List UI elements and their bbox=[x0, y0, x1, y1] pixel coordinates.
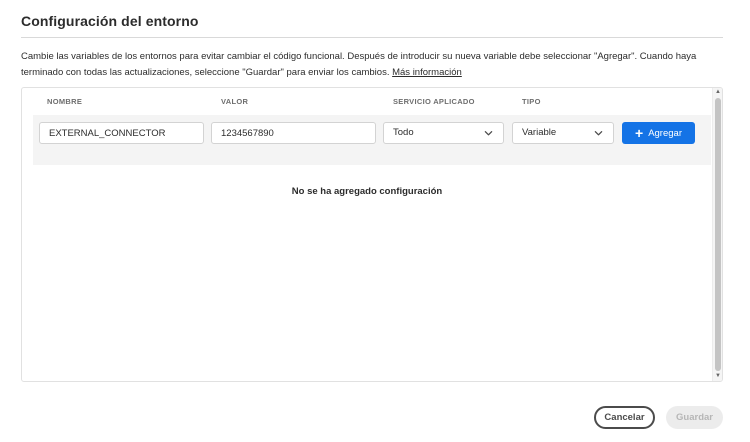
name-input[interactable] bbox=[39, 122, 204, 144]
more-info-link[interactable]: Más información bbox=[392, 67, 462, 78]
type-select[interactable]: Variable bbox=[512, 122, 614, 144]
type-select-value: Variable bbox=[522, 127, 557, 138]
empty-state-message: No se ha agregado configuración bbox=[291, 186, 443, 197]
chevron-down-icon bbox=[484, 131, 493, 136]
service-select[interactable]: Todo bbox=[383, 122, 504, 144]
scroll-up-arrow-icon[interactable]: ▲ bbox=[713, 88, 722, 97]
name-input-field[interactable] bbox=[49, 123, 194, 143]
add-button-label: Agregar bbox=[648, 127, 682, 139]
cancel-button[interactable]: Cancelar bbox=[594, 406, 655, 429]
plus-icon: + bbox=[635, 125, 644, 141]
scrollbar-thumb[interactable] bbox=[715, 98, 721, 371]
column-header-value: VALOR bbox=[221, 97, 249, 106]
value-input[interactable] bbox=[211, 122, 376, 144]
column-header-type: TIPO bbox=[522, 97, 541, 106]
chevron-down-icon bbox=[594, 131, 603, 136]
variables-panel: NOMBRE VALOR SERVICIO APLICADO TIPO Todo… bbox=[21, 87, 723, 382]
add-button[interactable]: + Agregar bbox=[622, 122, 695, 144]
column-header-name: NOMBRE bbox=[47, 97, 83, 106]
title-divider bbox=[21, 37, 723, 38]
scroll-down-arrow-icon[interactable]: ▼ bbox=[713, 372, 722, 381]
dialog-description: Cambie las variables de los entornos par… bbox=[21, 49, 725, 80]
description-text: Cambie las variables de los entornos par… bbox=[21, 51, 697, 78]
service-select-value: Todo bbox=[393, 127, 414, 138]
dialog-title: Configuración del entorno bbox=[21, 13, 199, 29]
save-button[interactable]: Guardar bbox=[666, 406, 723, 429]
vertical-scrollbar[interactable]: ▲ ▼ bbox=[712, 88, 722, 381]
value-input-field[interactable] bbox=[221, 123, 366, 143]
column-header-service: SERVICIO APLICADO bbox=[393, 97, 475, 106]
